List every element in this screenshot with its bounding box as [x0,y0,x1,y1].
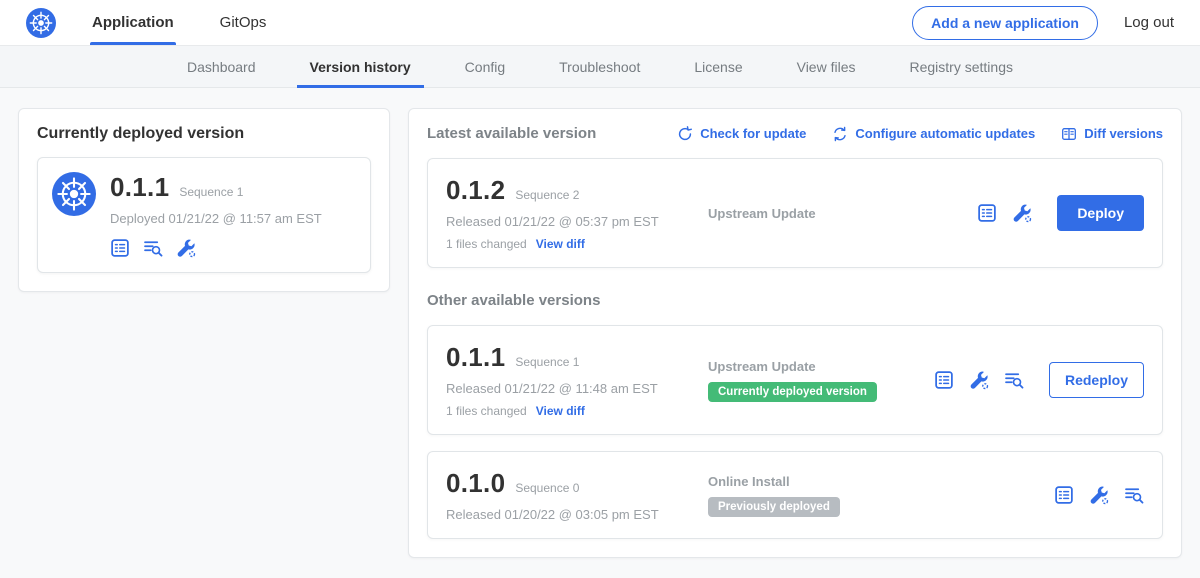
refresh-icon [677,126,693,142]
version-number: 0.1.1 [446,342,505,373]
version-actions [1054,485,1144,505]
configure-automatic-updates-link[interactable]: Configure automatic updates [832,126,1035,142]
view-diff-link[interactable]: View diff [536,237,585,251]
released-date: Released 01/21/22 @ 05:37 pm EST [446,214,696,229]
redeploy-button[interactable]: Redeploy [1049,362,1144,398]
tab-application[interactable]: Application [90,0,176,45]
currently-deployed-badge: Currently deployed version [708,382,877,402]
deploy-logs-icon[interactable] [1124,485,1144,505]
add-application-button[interactable]: Add a new application [912,6,1098,40]
version-source: Online Install Previously deployed [696,474,1054,517]
source-label: Online Install [708,474,1042,489]
check-for-update-label: Check for update [700,126,806,141]
release-notes-icon[interactable] [977,203,997,223]
release-notes-icon[interactable] [934,370,954,390]
source-label: Upstream Update [708,206,965,221]
preflight-checks-icon[interactable] [176,238,196,258]
check-for-update-link[interactable]: Check for update [677,126,806,142]
version-actions: Redeploy [934,362,1144,398]
versions-header: Latest available version Check for updat… [427,125,1163,142]
logout-button[interactable]: Log out [1124,14,1174,31]
files-changed-line: 1 files changed View diff [446,404,696,418]
subnav-tab-registry-settings[interactable]: Registry settings [883,46,1040,87]
subnav-tab-version-history[interactable]: Version history [283,46,438,87]
deployed-panel-title: Currently deployed version [37,125,371,143]
subnav-tab-troubleshoot[interactable]: Troubleshoot [532,46,667,87]
version-number: 0.1.0 [446,468,505,499]
preflight-checks-icon[interactable] [969,370,989,390]
version-info: 0.1.0 Sequence 0 Released 01/20/22 @ 03:… [446,468,696,522]
deployed-sequence-label: Sequence 1 [179,185,243,199]
release-notes-icon[interactable] [110,238,130,258]
version-history-panel: Latest available version Check for updat… [408,108,1182,558]
subnav-tab-dashboard[interactable]: Dashboard [160,46,283,87]
deployed-actions [110,238,322,258]
tab-gitops[interactable]: GitOps [218,0,269,45]
deployed-date: Deployed 01/21/22 @ 11:57 am EST [110,211,322,226]
app-subnav: Dashboard Version history Config Trouble… [0,46,1200,88]
sequence-label: Sequence 1 [515,355,579,369]
subnav-tab-view-files[interactable]: View files [770,46,883,87]
top-nav: Application GitOps [90,0,310,45]
auto-update-icon [832,126,848,142]
version-source: Upstream Update Currently deployed versi… [696,359,934,402]
files-changed-label: 1 files changed [446,404,527,418]
version-row: 0.1.1 Sequence 1 Released 01/21/22 @ 11:… [427,325,1163,435]
released-date: Released 01/20/22 @ 03:05 pm EST [446,507,696,522]
deployed-version-card: 0.1.1 Sequence 1 Deployed 01/21/22 @ 11:… [37,157,371,273]
deploy-button[interactable]: Deploy [1057,195,1144,231]
sequence-label: Sequence 0 [515,481,579,495]
version-row: 0.1.2 Sequence 2 Released 01/21/22 @ 05:… [427,158,1163,268]
main-content: Currently deployed version 0.1.1 Sequenc… [0,88,1200,578]
app-icon [52,172,96,216]
diff-versions-link[interactable]: Diff versions [1061,126,1163,142]
other-versions-title: Other available versions [427,292,1163,309]
subnav-tab-license[interactable]: License [667,46,769,87]
version-info: 0.1.1 Sequence 1 Released 01/21/22 @ 11:… [446,342,696,418]
kubernetes-logo-icon [26,8,56,38]
version-row: 0.1.0 Sequence 0 Released 01/20/22 @ 03:… [427,451,1163,539]
deployed-version-number: 0.1.1 [110,172,169,203]
currently-deployed-panel: Currently deployed version 0.1.1 Sequenc… [18,108,390,292]
deploy-logs-icon[interactable] [1004,370,1024,390]
configure-automatic-updates-label: Configure automatic updates [855,126,1035,141]
deploy-logs-icon[interactable] [143,238,163,258]
deployed-version-info: 0.1.1 Sequence 1 Deployed 01/21/22 @ 11:… [110,172,322,258]
version-info: 0.1.2 Sequence 2 Released 01/21/22 @ 05:… [446,175,696,251]
view-diff-link[interactable]: View diff [536,404,585,418]
topbar: Application GitOps Add a new application… [0,0,1200,46]
diff-versions-label: Diff versions [1084,126,1163,141]
previously-deployed-badge: Previously deployed [708,497,840,517]
version-number: 0.1.2 [446,175,505,206]
release-notes-icon[interactable] [1054,485,1074,505]
sequence-label: Sequence 2 [515,188,579,202]
preflight-checks-icon[interactable] [1089,485,1109,505]
subnav-tab-config[interactable]: Config [438,46,532,87]
files-changed-label: 1 files changed [446,237,527,251]
released-date: Released 01/21/22 @ 11:48 am EST [446,381,696,396]
versions-header-actions: Check for update Configure automatic upd… [677,126,1163,142]
latest-version-title: Latest available version [427,125,596,142]
files-changed-line: 1 files changed View diff [446,237,696,251]
diff-icon [1061,126,1077,142]
version-source: Upstream Update [696,206,977,221]
preflight-checks-icon[interactable] [1012,203,1032,223]
admin-console: Application GitOps Add a new application… [0,0,1200,578]
version-actions: Deploy [977,195,1144,231]
source-label: Upstream Update [708,359,922,374]
